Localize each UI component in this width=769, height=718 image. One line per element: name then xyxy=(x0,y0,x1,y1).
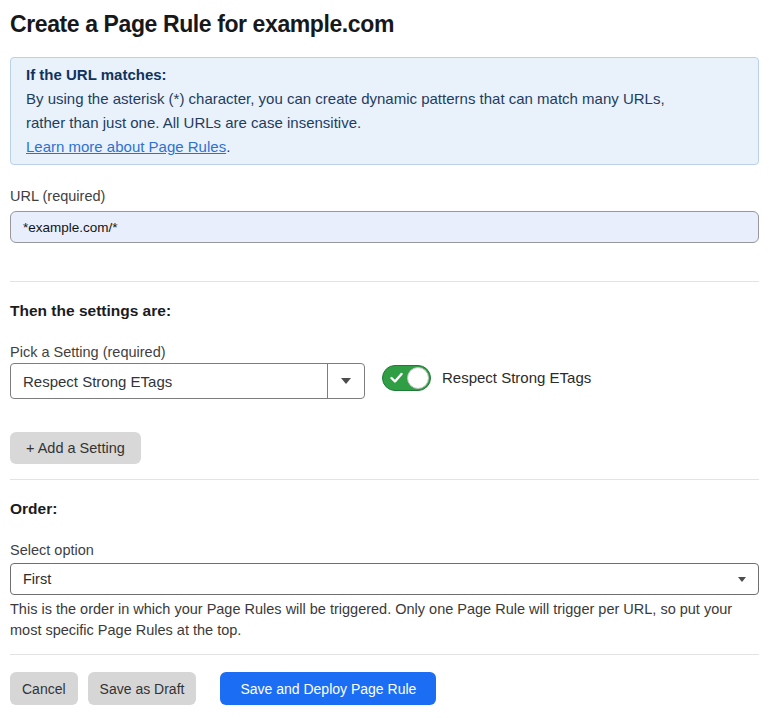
url-field-label: URL (required) xyxy=(10,187,759,205)
toggle-label: Respect Strong ETags xyxy=(442,365,591,391)
info-box-body-line2: rather than just one. All URLs are case … xyxy=(26,111,743,135)
toggle-knob xyxy=(407,367,429,389)
add-setting-button[interactable]: + Add a Setting xyxy=(10,432,141,464)
info-box-link-line: Learn more about Page Rules. xyxy=(26,135,743,159)
cancel-button[interactable]: Cancel xyxy=(10,672,78,705)
chevron-down-icon xyxy=(738,577,746,582)
settings-section-heading: Then the settings are: xyxy=(10,301,759,321)
etags-toggle[interactable] xyxy=(382,365,431,391)
chevron-down-icon xyxy=(341,378,351,384)
save-deploy-button[interactable]: Save and Deploy Page Rule xyxy=(220,672,436,705)
footer-actions: Cancel Save as Draft Save and Deploy Pag… xyxy=(10,672,759,705)
setting-select-value: Respect Strong ETags xyxy=(11,373,327,390)
pick-setting-label: Pick a Setting (required) xyxy=(10,343,759,361)
divider xyxy=(10,479,759,480)
divider xyxy=(10,654,759,655)
url-input[interactable] xyxy=(10,211,759,243)
order-section-heading: Order: xyxy=(10,499,759,519)
order-select[interactable]: First xyxy=(10,563,759,595)
page-title: Create a Page Rule for example.com xyxy=(10,11,759,38)
page-rule-form: Create a Page Rule for example.com If th… xyxy=(0,0,769,705)
url-match-info-box: If the URL matches: By using the asteris… xyxy=(10,57,759,165)
setting-select[interactable]: Respect Strong ETags xyxy=(10,363,365,399)
setting-select-arrow-button[interactable] xyxy=(327,364,364,398)
order-help-text: This is the order in which your Page Rul… xyxy=(10,599,759,641)
link-suffix: . xyxy=(226,138,230,155)
save-draft-button[interactable]: Save as Draft xyxy=(88,672,197,705)
order-select-value: First xyxy=(11,571,738,587)
order-select-label: Select option xyxy=(10,541,759,559)
info-box-body-line1: By using the asterisk (*) character, you… xyxy=(26,87,743,111)
divider xyxy=(10,281,759,282)
info-box-heading: If the URL matches: xyxy=(26,63,743,87)
setting-row: Respect Strong ETags Respect Strong ETag… xyxy=(10,363,759,399)
check-icon xyxy=(390,372,403,384)
learn-more-link[interactable]: Learn more about Page Rules xyxy=(26,138,226,155)
